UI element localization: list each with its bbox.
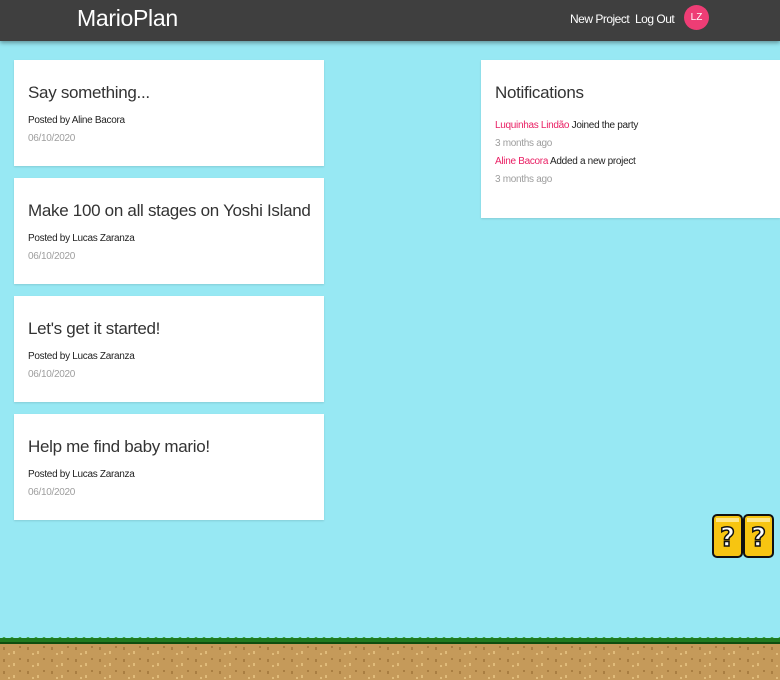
- svg-text:?: ?: [720, 523, 735, 553]
- notification-item: Aline Bacora Added a new project: [495, 156, 636, 167]
- svg-text:?: ?: [751, 523, 766, 553]
- project-author: Posted by Aline Bacora: [28, 115, 125, 126]
- project-card[interactable]: Let's get it started! Posted by Lucas Za…: [14, 296, 324, 402]
- navbar: MarioPlan New Project Log Out LZ: [0, 0, 780, 41]
- notification-action: Joined the party: [571, 120, 639, 131]
- project-card[interactable]: Say something... Posted by Aline Bacora …: [14, 60, 324, 166]
- notification-time: 3 months ago: [495, 138, 552, 149]
- grass-ground: [0, 632, 780, 680]
- project-date: 06/10/2020: [28, 369, 76, 380]
- notifications-title: Notifications: [495, 83, 584, 102]
- project-date: 06/10/2020: [28, 133, 76, 144]
- question-block-icon: ? ?: [712, 514, 774, 558]
- notification-item: Luquinhas Lindão Joined the party: [495, 120, 638, 131]
- project-title: Make 100 on all stages on Yoshi Island: [28, 201, 311, 220]
- project-date: 06/10/2020: [28, 487, 76, 498]
- project-title: Let's get it started!: [28, 319, 161, 338]
- project-title: Help me find baby mario!: [28, 437, 210, 456]
- notification-user: Luquinhas Lindão: [495, 120, 570, 131]
- project-date: 06/10/2020: [28, 251, 76, 262]
- project-author: Posted by Lucas Zaranza: [28, 233, 135, 244]
- new-project-link[interactable]: New Project: [570, 12, 630, 26]
- project-card[interactable]: Make 100 on all stages on Yoshi Island P…: [14, 178, 324, 284]
- project-author: Posted by Lucas Zaranza: [28, 469, 135, 480]
- project-card[interactable]: Help me find baby mario! Posted by Lucas…: [14, 414, 324, 520]
- brand-logo[interactable]: MarioPlan: [77, 5, 178, 32]
- notification-user: Aline Bacora: [495, 156, 549, 167]
- project-author: Posted by Lucas Zaranza: [28, 351, 135, 362]
- notification-time: 3 months ago: [495, 174, 552, 185]
- project-title: Say something...: [28, 83, 150, 102]
- avatar[interactable]: LZ: [684, 5, 709, 30]
- notifications-panel: Notifications Luquinhas Lindão Joined th…: [481, 60, 780, 218]
- notification-action: Added a new project: [550, 156, 636, 167]
- log-out-link[interactable]: Log Out: [635, 12, 675, 26]
